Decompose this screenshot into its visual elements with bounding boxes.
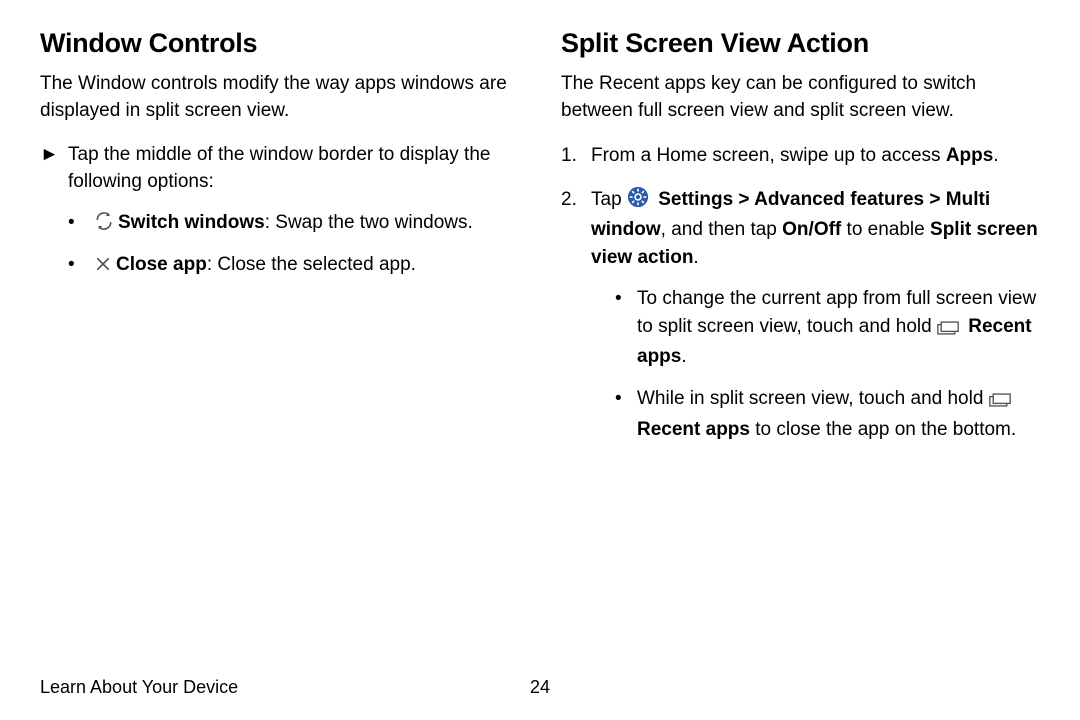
sub2-recent: Recent apps bbox=[637, 419, 750, 440]
step2-tap: Tap bbox=[591, 189, 627, 210]
options-list: Switch windows: Swap the two windows. Cl… bbox=[40, 209, 519, 282]
triangle-icon: ► bbox=[40, 142, 68, 195]
right-column: Split Screen View Action The Recent apps… bbox=[561, 28, 1040, 459]
step2-adv-features: Advanced features bbox=[754, 189, 924, 210]
step2-settings: Settings bbox=[653, 189, 733, 210]
close-label: Close app bbox=[116, 254, 207, 275]
step2-dot: . bbox=[693, 247, 698, 268]
recent-apps-icon bbox=[989, 388, 1011, 416]
left-heading: Window Controls bbox=[40, 28, 519, 59]
list-item: While in split screen view, touch and ho… bbox=[613, 385, 1040, 443]
list-item: Close app: Close the selected app. bbox=[64, 251, 519, 283]
switch-desc: : Swap the two windows. bbox=[265, 212, 473, 233]
left-intro: The Window controls modify the way apps … bbox=[40, 71, 519, 124]
right-heading: Split Screen View Action bbox=[561, 28, 1040, 59]
recent-apps-icon bbox=[937, 316, 959, 344]
step-1: From a Home screen, swipe up to access A… bbox=[561, 142, 1040, 170]
close-desc: : Close the selected app. bbox=[207, 254, 416, 275]
list-item: Switch windows: Swap the two windows. bbox=[64, 209, 519, 241]
manual-page: Window Controls The Window controls modi… bbox=[0, 0, 1080, 720]
left-column: Window Controls The Window controls modi… bbox=[40, 28, 519, 459]
step2-enable: to enable bbox=[841, 219, 930, 240]
sub-list: To change the current app from full scre… bbox=[591, 285, 1040, 443]
steps-list: From a Home screen, swipe up to access A… bbox=[561, 142, 1040, 443]
step1-apps: Apps bbox=[946, 145, 994, 166]
step2-onoff: On/Off bbox=[782, 219, 841, 240]
step-2: Tap Settings > Advanced features bbox=[561, 186, 1040, 443]
right-intro: The Recent apps key can be configured to… bbox=[561, 71, 1040, 124]
step1-text-a: From a Home screen, swipe up to access bbox=[591, 145, 946, 166]
instruction-row: ► Tap the middle of the window border to… bbox=[40, 142, 519, 195]
page-footer: Learn About Your Device 24 bbox=[40, 677, 1040, 698]
sub1-c: . bbox=[681, 346, 686, 367]
chevron-icon: > bbox=[733, 189, 754, 210]
instruction-text: Tap the middle of the window border to d… bbox=[68, 142, 519, 195]
sub2-c: to close the app on the bottom. bbox=[750, 419, 1016, 440]
switch-windows-icon bbox=[94, 211, 114, 241]
footer-section: Learn About Your Device bbox=[40, 677, 238, 697]
settings-gear-icon bbox=[627, 186, 649, 217]
step2-mid: , and then tap bbox=[661, 219, 783, 240]
switch-label: Switch windows bbox=[118, 212, 265, 233]
two-column-layout: Window Controls The Window controls modi… bbox=[40, 28, 1040, 459]
step1-text-c: . bbox=[993, 145, 998, 166]
list-item: To change the current app from full scre… bbox=[613, 285, 1040, 371]
page-number: 24 bbox=[530, 677, 550, 698]
sub2-a: While in split screen view, touch and ho… bbox=[637, 388, 989, 409]
chevron-icon: > bbox=[924, 189, 946, 210]
close-icon bbox=[94, 254, 112, 283]
